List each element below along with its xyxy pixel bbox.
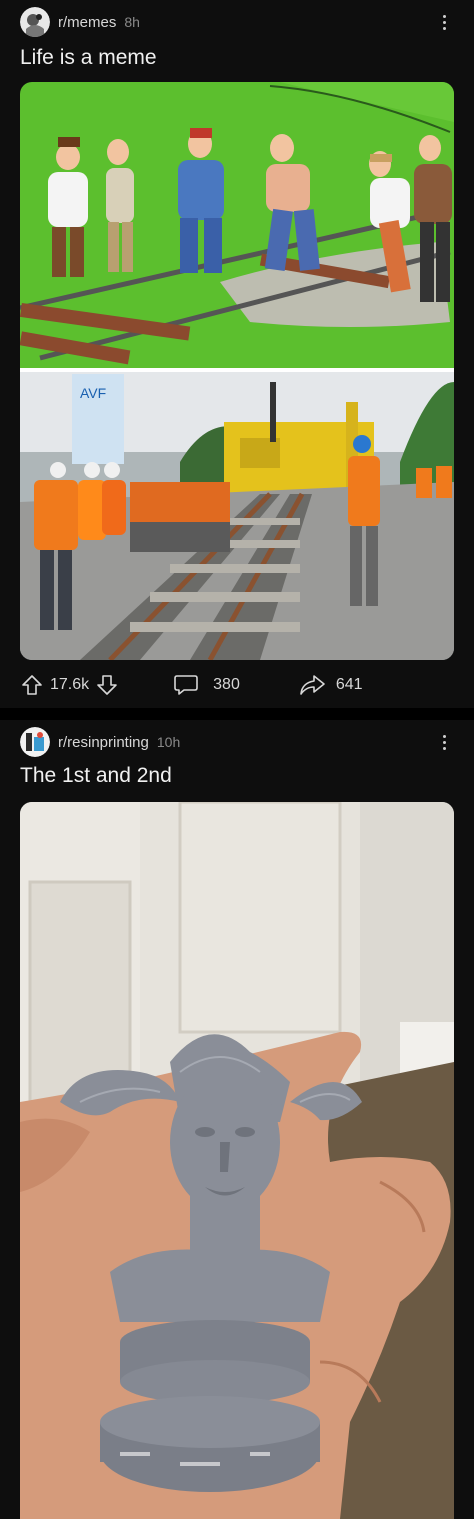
post-image[interactable]: AVF [20, 82, 454, 660]
post-time: 8h [124, 14, 140, 30]
subreddit-name[interactable]: r/memes [58, 14, 116, 31]
vote-group: 17.6k [20, 673, 119, 697]
svg-text:AVF: AVF [80, 385, 106, 401]
share-count: 641 [335, 676, 363, 693]
comments-button[interactable]: 380 [173, 673, 246, 697]
more-options-icon[interactable] [434, 730, 454, 754]
comment-icon [173, 673, 199, 697]
share-icon [298, 673, 326, 697]
post-image[interactable] [20, 802, 454, 1519]
post-divider [0, 708, 474, 720]
post-header: r/memes 8h [20, 6, 454, 38]
subreddit-name[interactable]: r/resinprinting [58, 734, 149, 751]
more-options-icon[interactable] [434, 10, 454, 34]
downvote-icon[interactable] [95, 673, 119, 697]
action-bar: 17.6k 380 641 [20, 663, 454, 707]
upvote-count: 17.6k [50, 676, 90, 693]
post-card[interactable]: r/resinprinting 10h The 1st and 2nd [0, 720, 474, 1519]
post-title[interactable]: Life is a meme [20, 46, 157, 70]
post-time: 10h [156, 734, 181, 750]
subreddit-avatar[interactable] [20, 7, 50, 37]
upvote-icon[interactable] [20, 673, 44, 697]
post-title[interactable]: The 1st and 2nd [20, 764, 172, 788]
subreddit-avatar[interactable] [20, 727, 50, 757]
comment-count: 380 [213, 676, 240, 693]
share-button[interactable]: 641 [298, 673, 369, 697]
post-header: r/resinprinting 10h [20, 726, 454, 758]
post-card[interactable]: r/memes 8h Life is a meme AVF 17.6k 380 … [0, 0, 474, 708]
